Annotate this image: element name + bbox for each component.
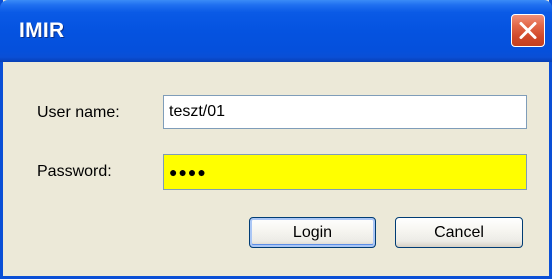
window-title: IMIR — [19, 19, 65, 42]
username-field[interactable] — [163, 95, 527, 129]
password-field[interactable] — [163, 154, 527, 190]
login-dialog: IMIR User name: Password: Login Cancel — [0, 0, 552, 279]
password-label: Password: — [37, 163, 112, 180]
close-button[interactable] — [511, 14, 545, 47]
cancel-button[interactable]: Cancel — [395, 217, 523, 248]
username-label: User name: — [37, 104, 120, 121]
title-bar[interactable]: IMIR — [0, 0, 552, 62]
close-icon — [519, 22, 537, 39]
login-button[interactable]: Login — [249, 217, 376, 248]
